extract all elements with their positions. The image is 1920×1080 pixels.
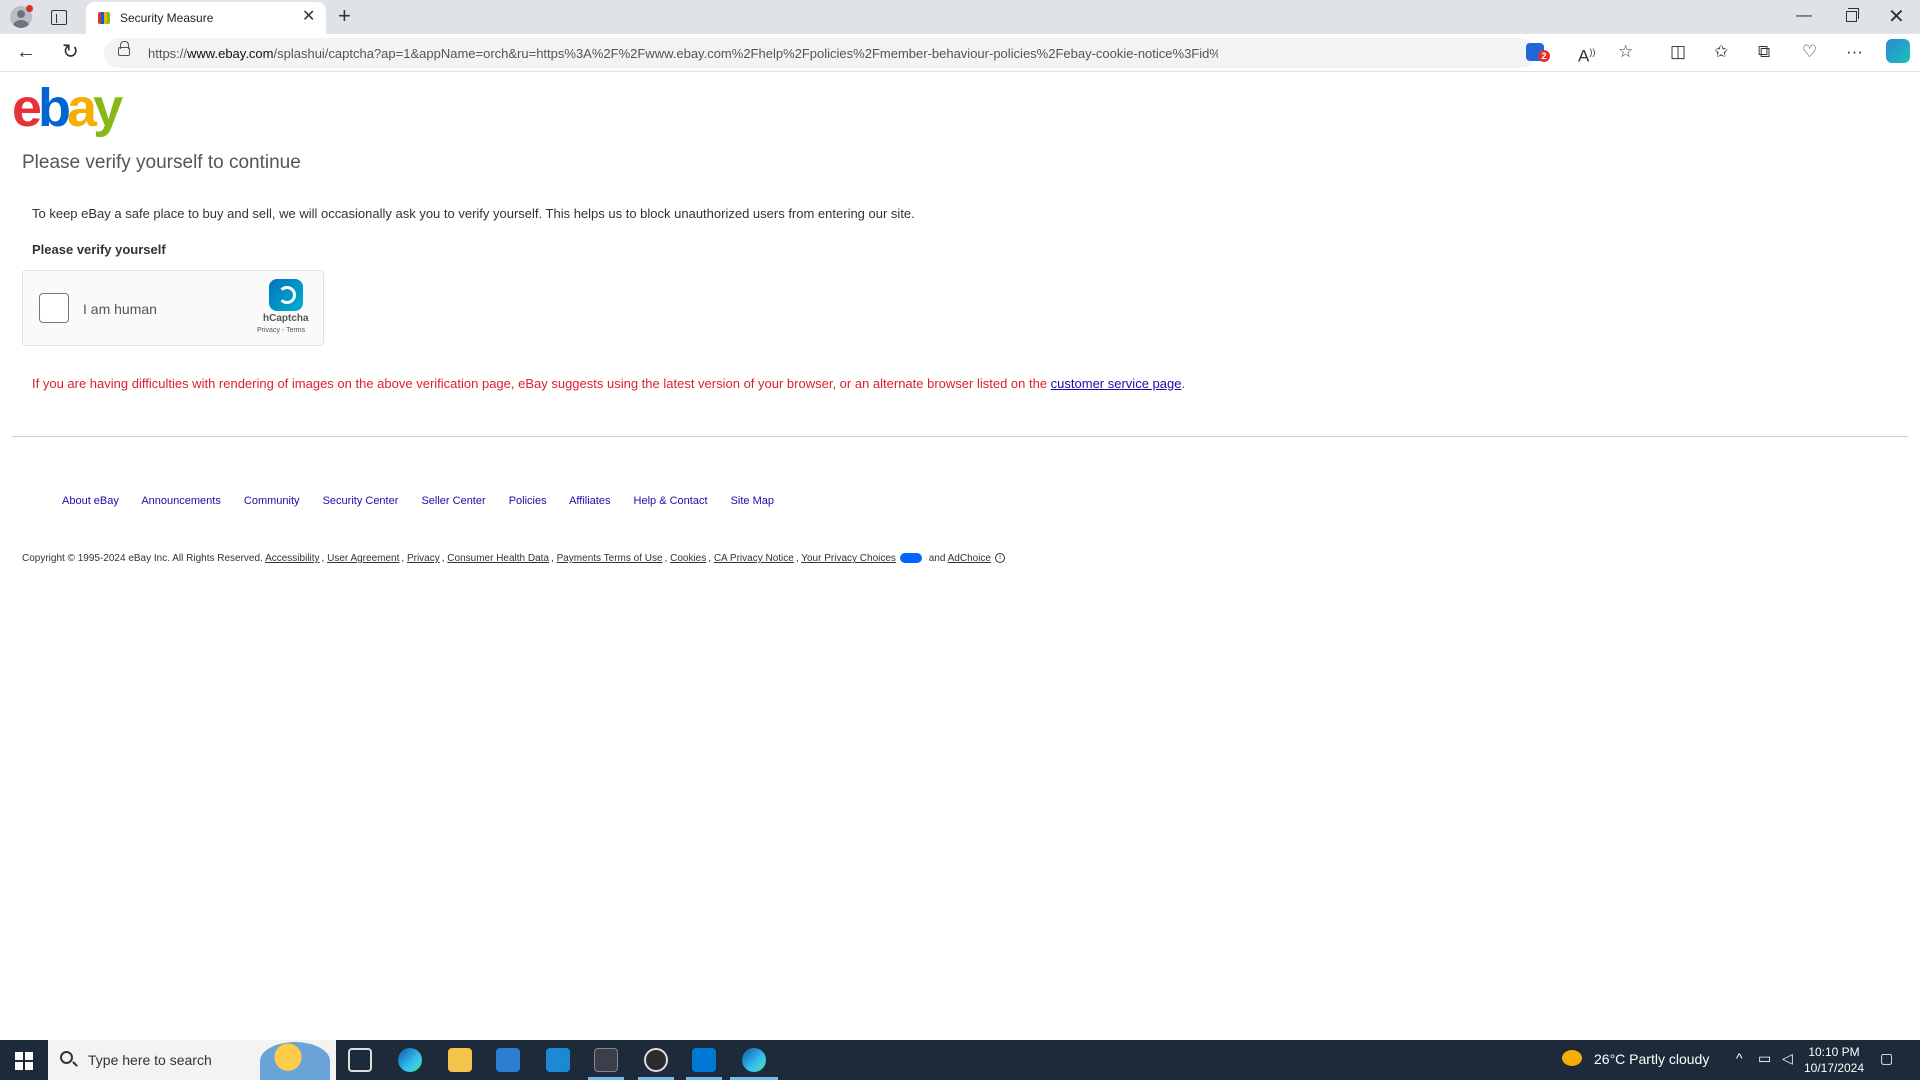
refresh-icon[interactable]: ↻ xyxy=(62,40,79,64)
windows-start-icon[interactable] xyxy=(15,1052,33,1070)
microsoft-store-icon[interactable] xyxy=(496,1048,520,1072)
footer-link-about[interactable]: About eBay xyxy=(62,495,119,507)
clock-date: 10/17/2024 xyxy=(1803,1061,1865,1075)
taskbar-search-placeholder: Type here to search xyxy=(88,1052,212,1068)
network-icon[interactable]: ▭ xyxy=(1758,1050,1771,1067)
lock-icon[interactable] xyxy=(118,41,130,56)
legal-link-user-agreement[interactable]: User Agreement xyxy=(327,553,399,564)
address-bar[interactable]: https://www.ebay.com/splashui/captcha?ap… xyxy=(104,38,1536,68)
footer-link-site-map[interactable]: Site Map xyxy=(731,495,774,507)
copyright-text: Copyright © 1995-2024 eBay Inc. All Righ… xyxy=(22,553,263,564)
edge-icon[interactable] xyxy=(398,1048,422,1072)
footer-link-seller-center[interactable]: Seller Center xyxy=(421,495,485,507)
legal-link-privacy[interactable]: Privacy xyxy=(407,553,440,564)
page-content: ebay Please verify yourself to continue … xyxy=(0,72,1920,1040)
footer-link-announcements[interactable]: Announcements xyxy=(141,495,221,507)
adchoice-info-icon[interactable]: i xyxy=(994,553,1005,564)
intro-text: To keep eBay a safe place to buy and sel… xyxy=(32,206,915,221)
privacy-choices-icon xyxy=(899,553,922,564)
more-options-icon[interactable]: ··· xyxy=(1846,43,1863,61)
new-tab-icon[interactable]: + xyxy=(338,4,351,28)
legal-link-accessibility[interactable]: Accessibility xyxy=(265,553,319,564)
legal-link-consumer-health[interactable]: Consumer Health Data xyxy=(447,553,549,564)
favorites-icon[interactable]: ✩ xyxy=(1714,43,1728,61)
customer-service-link[interactable]: customer service page xyxy=(1051,376,1182,391)
notification-dot xyxy=(26,5,33,12)
hcaptcha-widget: I am human hCaptcha Privacy - Terms xyxy=(22,270,324,346)
obs-icon[interactable] xyxy=(644,1048,668,1072)
legal-link-cookies[interactable]: Cookies xyxy=(670,553,706,564)
browser-toolbar: ← ↻ https://www.ebay.com/splashui/captch… xyxy=(0,34,1920,72)
favorite-star-icon[interactable]: ☆ xyxy=(1618,43,1633,61)
hcaptcha-terms-link[interactable]: Terms xyxy=(286,327,305,334)
vscode-icon[interactable] xyxy=(692,1048,716,1072)
verify-label: Please verify yourself xyxy=(32,242,166,257)
legal-link-privacy-choices[interactable]: Your Privacy Choices xyxy=(801,553,896,564)
ebay-favicon-icon xyxy=(98,12,110,24)
edge-active-icon[interactable] xyxy=(742,1048,766,1072)
volume-icon[interactable]: ◁ xyxy=(1782,1050,1793,1067)
tab-security-measure[interactable]: Security Measure ✕ xyxy=(86,2,326,34)
page-title: Please verify yourself to continue xyxy=(22,152,301,173)
tab-actions-icon[interactable] xyxy=(48,7,68,27)
split-screen-icon[interactable]: ◫ xyxy=(1670,43,1686,61)
weather-icon xyxy=(1562,1050,1582,1066)
legal-link-payments-terms[interactable]: Payments Terms of Use xyxy=(557,553,663,564)
weather-text[interactable]: 26°C Partly cloudy xyxy=(1594,1051,1709,1067)
human-checkbox[interactable] xyxy=(39,293,69,323)
tray-chevron-icon[interactable]: ^ xyxy=(1736,1050,1743,1066)
legal-link-ca-privacy[interactable]: CA Privacy Notice xyxy=(714,553,794,564)
windows-taskbar: Type here to search 26°C Partly cloudy ^… xyxy=(0,1040,1920,1080)
clock-time: 10:10 PM xyxy=(1808,1045,1860,1059)
divider xyxy=(12,436,1908,437)
collections-icon[interactable]: ⧉ xyxy=(1758,43,1770,61)
copilot-icon[interactable] xyxy=(1886,39,1910,63)
hcaptcha-privacy-link[interactable]: Privacy xyxy=(257,327,280,334)
human-checkbox-label: I am human xyxy=(83,301,157,317)
search-icon xyxy=(60,1051,73,1064)
hcaptcha-brand: hCaptcha xyxy=(263,313,309,324)
back-icon[interactable]: ← xyxy=(16,40,36,64)
minimize-icon[interactable]: — xyxy=(1796,7,1812,25)
search-highlight-icon xyxy=(260,1042,330,1080)
extension-badge-count: 2 xyxy=(1538,50,1550,62)
file-explorer-icon[interactable] xyxy=(448,1048,472,1072)
footer-link-affiliates[interactable]: Affiliates xyxy=(569,495,610,507)
tab-title: Security Measure xyxy=(120,11,214,25)
hcaptcha-links: Privacy - Terms xyxy=(257,327,306,334)
taskbar-search-box[interactable]: Type here to search xyxy=(48,1040,336,1080)
ebay-logo[interactable]: ebay xyxy=(12,78,123,138)
close-tab-icon[interactable]: ✕ xyxy=(302,9,315,25)
app-icon[interactable] xyxy=(594,1048,618,1072)
footer-link-help-contact[interactable]: Help & Contact xyxy=(634,495,708,507)
window-close-icon[interactable]: ✕ xyxy=(1888,4,1905,29)
task-view-icon[interactable] xyxy=(348,1048,372,1072)
hcaptcha-logo-icon xyxy=(269,279,303,311)
restore-icon[interactable] xyxy=(1846,8,1859,22)
url-prefix: https:// xyxy=(148,46,188,61)
clock[interactable]: 10:10 PM 10/17/2024 xyxy=(1798,1044,1870,1076)
url-host: www.ebay.com xyxy=(187,46,274,61)
notifications-icon[interactable]: ▢ xyxy=(1880,1050,1893,1067)
legal-link-adchoice[interactable]: AdChoice xyxy=(948,553,991,564)
footer-nav: About eBay Announcements Community Secur… xyxy=(62,495,794,507)
mail-icon[interactable] xyxy=(546,1048,570,1072)
read-aloud-icon[interactable]: A)) xyxy=(1578,43,1595,66)
url-text[interactable]: https://www.ebay.com/splashui/captcha?ap… xyxy=(148,46,1218,61)
url-path: /splashui/captcha?ap=1&appName=orch&ru=h… xyxy=(273,46,1219,61)
browser-tab-bar: Security Measure ✕ + — ✕ xyxy=(0,0,1920,34)
browser-notice: If you are having difficulties with rend… xyxy=(32,376,1186,391)
footer-link-security-center[interactable]: Security Center xyxy=(323,495,399,507)
browser-essentials-icon[interactable]: ♡ xyxy=(1802,43,1817,61)
footer-link-policies[interactable]: Policies xyxy=(509,495,547,507)
footer-link-community[interactable]: Community xyxy=(244,495,300,507)
copyright-line: Copyright © 1995-2024 eBay Inc. All Righ… xyxy=(22,553,1005,564)
